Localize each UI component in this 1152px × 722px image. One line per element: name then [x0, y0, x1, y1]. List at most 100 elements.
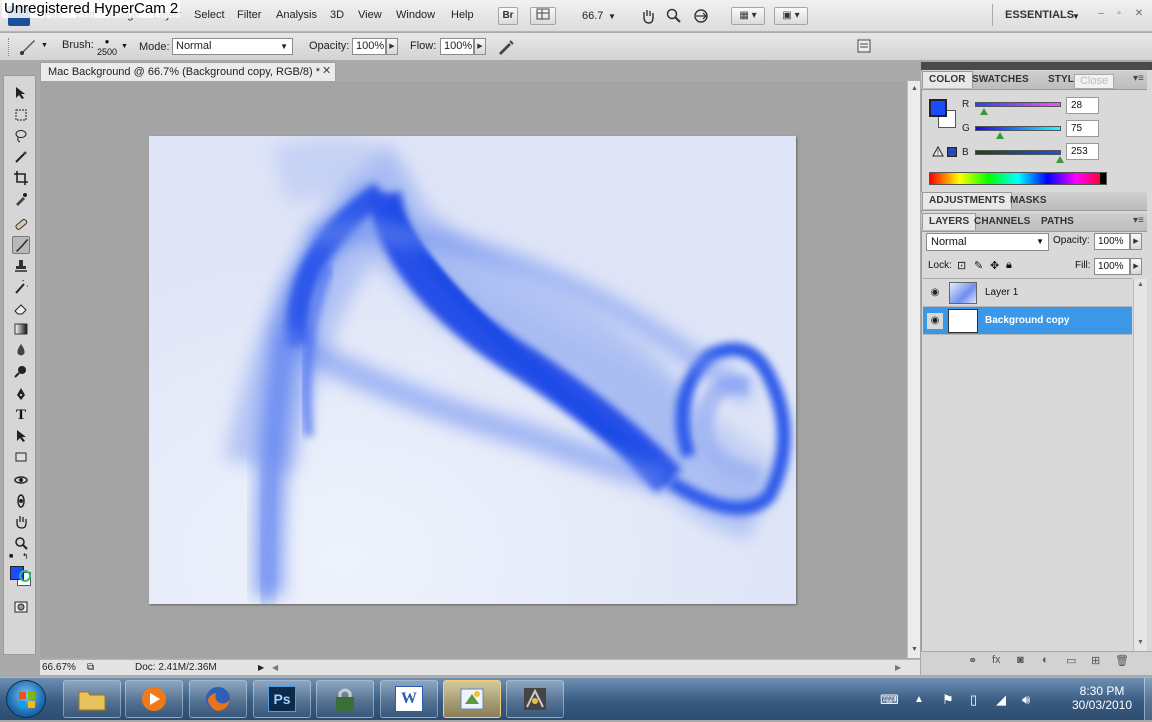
- menu-help[interactable]: Help: [451, 9, 474, 21]
- menu-window[interactable]: Window: [396, 9, 435, 21]
- taskbar-word[interactable]: W: [380, 680, 438, 718]
- marquee-tool[interactable]: [12, 106, 30, 124]
- tray-network-icon[interactable]: ◢: [996, 692, 1006, 708]
- red-slider-thumb[interactable]: [980, 108, 988, 115]
- lock-transparency-icon[interactable]: ⊡: [957, 259, 966, 272]
- brush-tool[interactable]: [12, 236, 30, 254]
- layers-panel-menu-icon[interactable]: ▾≡: [1133, 215, 1144, 226]
- rotate-view-icon[interactable]: [693, 8, 709, 24]
- opacity-slider-button[interactable]: ▶: [386, 38, 398, 55]
- taskbar-explorer[interactable]: [63, 680, 121, 718]
- blur-tool[interactable]: [12, 341, 30, 359]
- green-slider[interactable]: [975, 126, 1061, 131]
- restore-button[interactable]: ▫: [1112, 7, 1126, 21]
- screen-mode-button[interactable]: ▣ ▾: [774, 7, 808, 25]
- start-button[interactable]: [6, 680, 46, 718]
- tab-paths[interactable]: PATHS: [1041, 216, 1074, 227]
- tab-layers[interactable]: LAYERS: [922, 213, 977, 230]
- zoom-tool-icon[interactable]: [666, 8, 682, 24]
- mode-select[interactable]: Normal ▼: [172, 38, 293, 55]
- workspace-dropdown-icon[interactable]: ▼: [1072, 12, 1080, 21]
- path-selection-tool[interactable]: [12, 427, 30, 445]
- red-slider[interactable]: [975, 102, 1061, 107]
- layers-scroll-down-icon[interactable]: ▼: [1137, 639, 1144, 646]
- taskbar-security[interactable]: [316, 680, 374, 718]
- 3d-rotate-tool[interactable]: [12, 471, 30, 489]
- arrange-documents-button[interactable]: ▦ ▾: [731, 7, 765, 25]
- show-desktop-button[interactable]: [1144, 678, 1152, 720]
- workspace-switcher[interactable]: ESSENTIALS: [1005, 9, 1074, 21]
- eyedropper-tool[interactable]: [12, 190, 30, 208]
- menu-select[interactable]: Select: [194, 9, 225, 21]
- delete-layer-icon[interactable]: 🗑︎: [1115, 654, 1129, 667]
- history-brush-tool[interactable]: [12, 278, 30, 296]
- status-zoom[interactable]: 66.67%: [42, 662, 76, 673]
- fill-slider-button[interactable]: ▶: [1130, 258, 1142, 275]
- taskbar-media-player[interactable]: [125, 680, 183, 718]
- new-layer-icon[interactable]: ⊞: [1091, 654, 1100, 667]
- lock-all-icon[interactable]: 🔒︎: [1006, 259, 1012, 272]
- menu-analysis[interactable]: Analysis: [276, 9, 317, 21]
- tray-action-center-icon[interactable]: ⚑: [942, 692, 954, 708]
- dodge-tool[interactable]: [12, 362, 30, 380]
- tray-keyboard-icon[interactable]: ⌨: [880, 692, 899, 708]
- toggle-brush-panel-icon[interactable]: [857, 39, 871, 53]
- taskbar-photoshop[interactable]: Ps: [253, 680, 311, 718]
- crop-tool[interactable]: [12, 169, 30, 187]
- lasso-tool[interactable]: [12, 127, 30, 145]
- layer-row-layer-1[interactable]: ◉ Layer 1: [923, 279, 1132, 307]
- green-slider-thumb[interactable]: [996, 132, 1004, 139]
- tray-volume-icon[interactable]: 🔊︎: [1022, 692, 1030, 708]
- menu-3d[interactable]: 3D: [330, 9, 344, 21]
- tab-masks[interactable]: MASKS: [1010, 195, 1047, 206]
- layer-style-icon[interactable]: fx: [992, 654, 1001, 666]
- color-panel-menu-icon[interactable]: ▾≡: [1133, 73, 1144, 84]
- quick-mask-button[interactable]: [12, 598, 30, 616]
- healing-brush-tool[interactable]: [12, 215, 30, 233]
- lock-position-icon[interactable]: ✥: [990, 259, 999, 272]
- add-mask-icon[interactable]: ◙: [1017, 654, 1024, 666]
- scroll-down-icon[interactable]: ▼: [911, 646, 918, 653]
- status-menu-icon[interactable]: ▶: [258, 663, 264, 672]
- view-extras-button[interactable]: [530, 7, 556, 25]
- vertical-scrollbar[interactable]: ▲ ▼: [907, 81, 920, 658]
- status-info-icon[interactable]: ⧉: [87, 662, 94, 673]
- layer-visibility-eye-icon[interactable]: ◉: [927, 312, 943, 329]
- tab-color[interactable]: COLOR: [922, 71, 973, 88]
- shape-tool[interactable]: [12, 448, 30, 466]
- document-tab[interactable]: Mac Background @ 66.7% (Background copy,…: [40, 62, 336, 81]
- tool-preset-dropdown-icon[interactable]: ▼: [41, 42, 48, 49]
- clone-stamp-tool[interactable]: [12, 257, 30, 275]
- link-layers-icon[interactable]: ⚭: [968, 654, 977, 667]
- blue-value-input[interactable]: 253: [1066, 143, 1099, 160]
- image-canvas[interactable]: [149, 136, 796, 604]
- layers-scroll-up-icon[interactable]: ▲: [1137, 281, 1144, 288]
- tab-adjustments[interactable]: ADJUSTMENTS: [922, 192, 1013, 209]
- red-value-input[interactable]: 28: [1066, 97, 1099, 114]
- layer-visibility-eye-icon[interactable]: ◉: [927, 285, 943, 301]
- hand-tool-icon[interactable]: [640, 8, 656, 24]
- layer-opacity-input[interactable]: 100%: [1094, 233, 1130, 250]
- bridge-button[interactable]: Br: [498, 7, 518, 25]
- layers-scrollbar[interactable]: ▲ ▼: [1133, 279, 1147, 651]
- zoom-level[interactable]: 66.7: [582, 10, 603, 22]
- new-group-icon[interactable]: ▭: [1066, 654, 1076, 667]
- flow-input[interactable]: 100%: [440, 38, 474, 55]
- gamut-color-swatch[interactable]: [947, 147, 957, 157]
- layer-opacity-slider-button[interactable]: ▶: [1130, 233, 1142, 250]
- taskbar-paint[interactable]: [443, 680, 501, 718]
- green-value-input[interactable]: 75: [1066, 120, 1099, 137]
- hscroll-right-icon[interactable]: ▶: [895, 663, 901, 672]
- move-tool[interactable]: [12, 84, 30, 102]
- lock-pixels-icon[interactable]: ✎: [974, 259, 983, 272]
- tab-channels[interactable]: CHANNELS: [974, 216, 1030, 227]
- eraser-tool[interactable]: [12, 299, 30, 317]
- opacity-input[interactable]: 100%: [352, 38, 386, 55]
- panel-foreground-swatch[interactable]: [929, 99, 947, 117]
- flow-slider-button[interactable]: ▶: [474, 38, 486, 55]
- taskbar-firefox[interactable]: [189, 680, 247, 718]
- taskbar-clock[interactable]: 8:30 PM 30/03/2010: [1062, 684, 1142, 712]
- brush-dropdown-icon[interactable]: ▼: [121, 43, 128, 50]
- zoom-dropdown-icon[interactable]: ▼: [608, 12, 616, 21]
- swap-colors-row[interactable]: ■ ↰: [9, 552, 31, 562]
